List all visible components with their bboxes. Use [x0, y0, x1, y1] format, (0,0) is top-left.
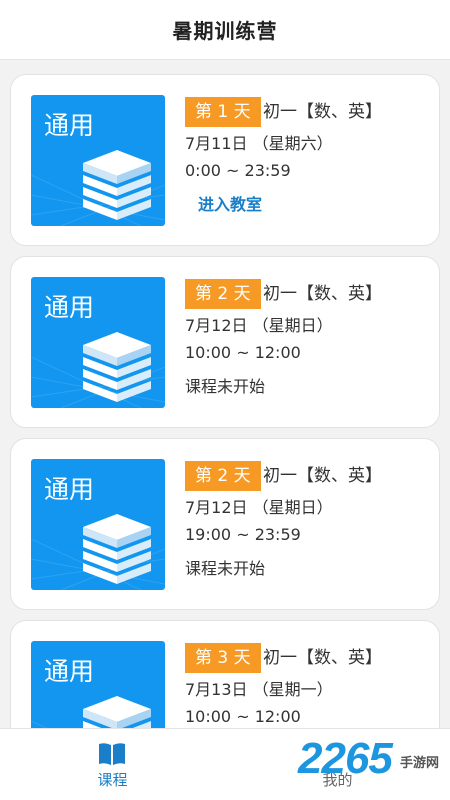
course-grade: 初一【数、英】 [263, 648, 382, 668]
course-grade: 初一【数、英】 [263, 102, 382, 122]
course-list[interactable]: 通用 第 1 天 初一【数、英】 7月11日 （星期六） 0:00 ~ 23:5… [0, 60, 450, 728]
course-grade: 初一【数、英】 [263, 466, 382, 486]
thumbnail-label: 通用 [44, 475, 95, 504]
course-time: 19:00 ~ 23:59 [185, 525, 301, 544]
tab-courses-label: 课程 [97, 771, 128, 789]
watermark-text: 手游网 [400, 756, 440, 771]
day-badge: 第 2 天 [185, 279, 261, 309]
book-icon [99, 743, 125, 765]
course-time: 0:00 ~ 23:59 [185, 161, 291, 180]
watermark: 2265 手游网 [296, 734, 446, 792]
day-badge: 第 3 天 [185, 643, 261, 673]
course-thumbnail: 通用 [31, 641, 165, 728]
course-date: 7月12日 （星期日） [185, 316, 333, 335]
course-card[interactable]: 通用 第 3 天 初一【数、英】 7月13日 （星期一） 10:00 ~ 12:… [10, 620, 440, 728]
course-time: 10:00 ~ 12:00 [185, 343, 301, 362]
thumbnail-label: 通用 [44, 657, 95, 686]
course-thumbnail: 通用 [31, 95, 165, 226]
watermark-number: 2265 [298, 734, 393, 783]
course-date: 7月13日 （星期一） [185, 680, 333, 699]
app-header: 暑期训练营 [0, 0, 450, 60]
course-date: 7月11日 （星期六） [185, 134, 333, 153]
tab-courses[interactable]: 课程 [0, 729, 225, 800]
course-thumbnail: 通用 [31, 277, 165, 408]
thumbnail-label: 通用 [44, 293, 95, 322]
course-grade: 初一【数、英】 [263, 284, 382, 304]
enter-classroom-button[interactable]: 进入教室 [198, 192, 262, 218]
thumbnail-label: 通用 [44, 111, 95, 140]
course-card[interactable]: 通用 第 1 天 初一【数、英】 7月11日 （星期六） 0:00 ~ 23:5… [10, 74, 440, 246]
course-status: 课程未开始 [185, 559, 266, 578]
course-thumbnail: 通用 [31, 459, 165, 590]
course-time: 10:00 ~ 12:00 [185, 707, 301, 726]
day-badge: 第 1 天 [185, 97, 261, 127]
course-card[interactable]: 通用 第 2 天 初一【数、英】 7月12日 （星期日） 10:00 ~ 12:… [10, 256, 440, 428]
course-date: 7月12日 （星期日） [185, 498, 333, 517]
page-title: 暑期训练营 [172, 19, 278, 43]
day-badge: 第 2 天 [185, 461, 261, 491]
course-status: 课程未开始 [185, 377, 266, 396]
course-card[interactable]: 通用 第 2 天 初一【数、英】 7月12日 （星期日） 19:00 ~ 23:… [10, 438, 440, 610]
